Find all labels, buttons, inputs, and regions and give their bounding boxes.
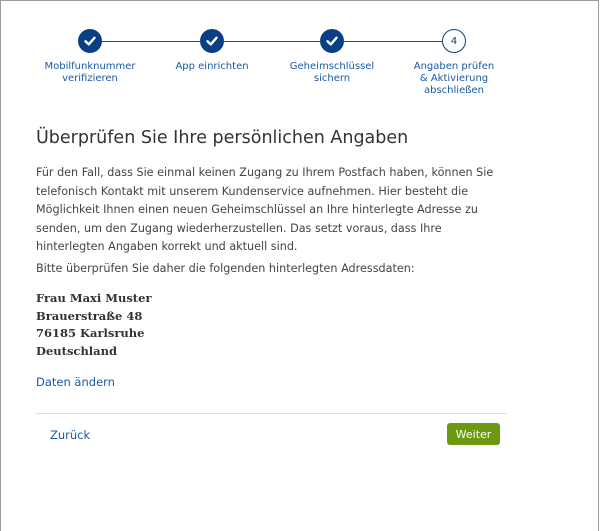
address-prompt: Bitte überprüfen Sie daher die folgenden…	[36, 262, 415, 275]
step-label-secure-key: Geheimschlüssel sichern	[289, 61, 375, 84]
checkmark-icon	[84, 36, 96, 46]
address-country: Deutschland	[36, 343, 118, 358]
footer-divider	[36, 413, 507, 414]
checkmark-icon	[326, 36, 338, 46]
stepper-connector	[344, 41, 442, 42]
intro-text: Für den Fall, dass Sie einmal keinen Zug…	[36, 166, 494, 253]
address-city: 76185 Karlsruhe	[36, 326, 145, 340]
progress-stepper: 4 Mobilfunknummer verifizieren App einri…	[0, 0, 601, 120]
address-block: Frau Maxi Muster Brauerstraße 48 76185 K…	[36, 290, 152, 360]
step-2-done-icon	[200, 29, 224, 53]
checkmark-icon	[206, 36, 218, 46]
step-1-done-icon	[78, 29, 102, 53]
step-label-verify-mobile: Mobilfunknummer verifizieren	[44, 61, 136, 84]
back-link[interactable]: Zurück	[50, 428, 90, 442]
step-label-review-activate: Angaben prüfen & Aktivierung abschließen	[413, 61, 495, 96]
step-number: 4	[450, 35, 458, 47]
address-name: Frau Maxi Muster	[36, 291, 152, 305]
address-street: Brauerstraße 48	[36, 308, 143, 323]
stepper-connector	[224, 41, 320, 42]
next-button[interactable]: Weiter	[447, 423, 500, 445]
step-4-current-indicator: 4	[442, 29, 466, 53]
edit-data-link[interactable]: Daten ändern	[36, 375, 115, 389]
step-label-setup-app: App einrichten	[175, 61, 249, 72]
step-3-done-icon	[320, 29, 344, 53]
page-title: Überprüfen Sie Ihre persönlichen Angaben	[36, 128, 409, 148]
stepper-connector	[102, 41, 200, 42]
